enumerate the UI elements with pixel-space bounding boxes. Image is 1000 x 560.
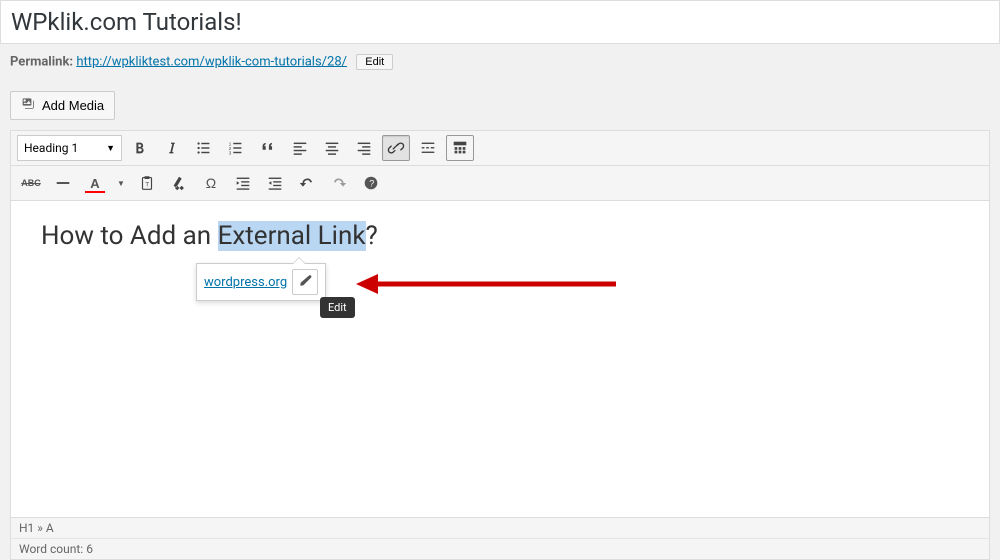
italic-button[interactable]: [158, 135, 186, 161]
element-path[interactable]: H1 » A: [11, 517, 989, 538]
edit-tooltip: Edit: [320, 297, 355, 318]
text-color-dropdown[interactable]: ▼: [113, 170, 129, 196]
toolbar-row-1: Heading 1 ▼ 123: [11, 131, 989, 166]
clear-formatting-button[interactable]: [165, 170, 193, 196]
toolbar-row-2: ABC A ▼ T Ω ?: [11, 166, 989, 201]
special-character-button[interactable]: Ω: [197, 170, 225, 196]
edit-link-button[interactable]: [292, 269, 318, 295]
outdent-button[interactable]: [229, 170, 257, 196]
indent-button[interactable]: [261, 170, 289, 196]
strikethrough-button[interactable]: ABC: [17, 170, 45, 196]
text-color-button[interactable]: A: [81, 170, 109, 196]
toolbar-toggle-button[interactable]: [446, 135, 474, 161]
media-icon: [21, 96, 37, 115]
svg-text:T: T: [145, 182, 149, 189]
chevron-down-icon: ▼: [117, 179, 125, 188]
redo-button[interactable]: [325, 170, 353, 196]
format-dropdown[interactable]: Heading 1 ▼: [17, 135, 122, 161]
horizontal-rule-button[interactable]: [49, 170, 77, 196]
editor-wrap: Heading 1 ▼ 123 ABC A ▼ T Ω ? How to Add…: [10, 130, 990, 560]
heading-content: How to Add an External Link?: [41, 221, 959, 251]
add-media-button[interactable]: Add Media: [10, 91, 115, 120]
annotation-arrow: [356, 270, 626, 304]
link-url-display[interactable]: wordpress.org: [204, 275, 287, 290]
bold-button[interactable]: [126, 135, 154, 161]
insert-link-button[interactable]: [382, 135, 410, 161]
svg-text:?: ?: [369, 179, 374, 189]
edit-permalink-button[interactable]: Edit: [356, 54, 393, 70]
align-right-button[interactable]: [350, 135, 378, 161]
undo-button[interactable]: [293, 170, 321, 196]
bullet-list-button[interactable]: [190, 135, 218, 161]
svg-text:3: 3: [229, 150, 232, 155]
insert-more-button[interactable]: [414, 135, 442, 161]
align-left-button[interactable]: [286, 135, 314, 161]
link-inline-toolbar: wordpress.org: [196, 263, 326, 301]
pencil-icon: [298, 273, 313, 291]
permalink-url[interactable]: http://wpkliktest.com/wpklik-com-tutoria…: [76, 54, 347, 69]
editor-content-area[interactable]: How to Add an External Link? wordpress.o…: [11, 201, 989, 517]
permalink-row: Permalink: http://wpkliktest.com/wpklik-…: [0, 49, 1000, 75]
chevron-down-icon: ▼: [106, 143, 115, 154]
align-center-button[interactable]: [318, 135, 346, 161]
post-title-input[interactable]: [11, 6, 989, 38]
numbered-list-button[interactable]: 123: [222, 135, 250, 161]
word-count-bar: Word count: 6: [11, 538, 989, 559]
selected-link-text: External Link: [218, 221, 366, 251]
permalink-label: Permalink:: [10, 54, 73, 69]
paste-text-button[interactable]: T: [133, 170, 161, 196]
blockquote-button[interactable]: [254, 135, 282, 161]
keyboard-shortcuts-button[interactable]: ?: [357, 170, 385, 196]
